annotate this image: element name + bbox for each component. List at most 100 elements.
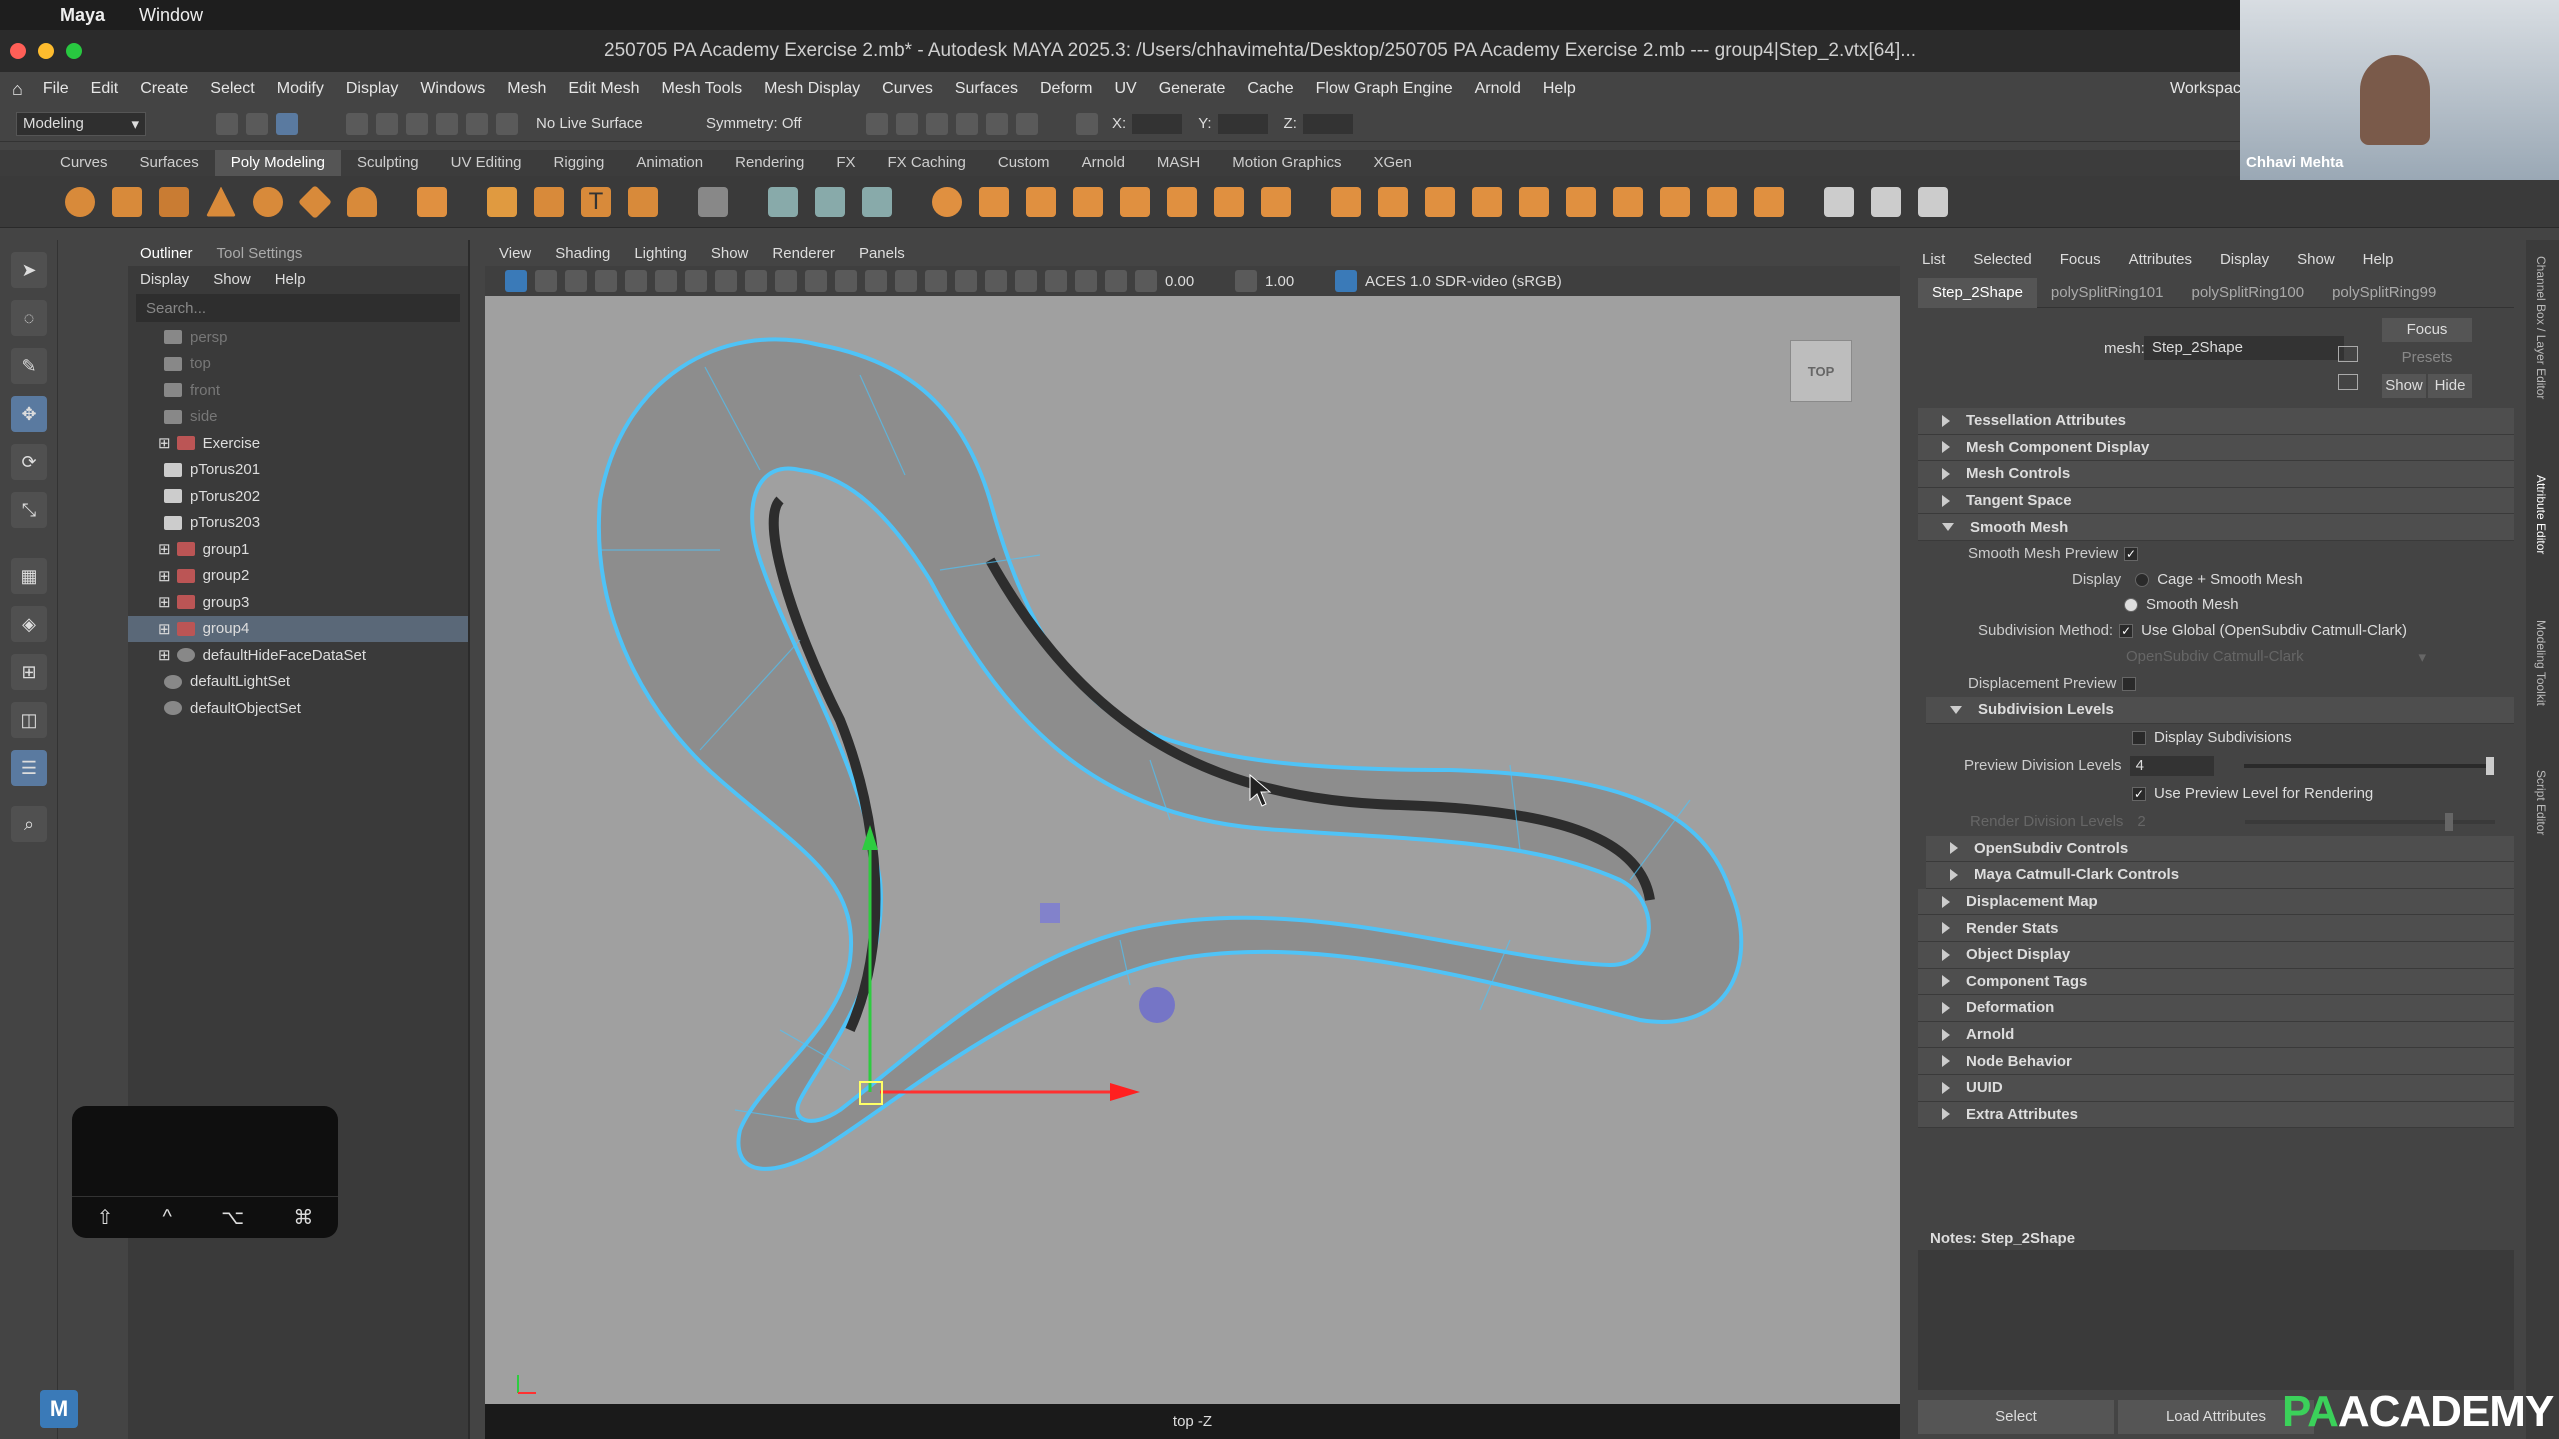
section-node-behavior[interactable]: Node Behavior xyxy=(1918,1048,2514,1075)
section-tangent-space[interactable]: Tangent Space xyxy=(1918,487,2514,515)
display-cage-radio[interactable] xyxy=(2135,572,2150,587)
render-frame-icon[interactable] xyxy=(866,112,888,135)
subdivision-method-dropdown[interactable]: OpenSubdiv Catmull-Clark ▾ xyxy=(2126,648,2426,668)
expand-icon[interactable]: ⊞ xyxy=(158,434,171,452)
render-division-field[interactable]: 2 xyxy=(2131,812,2215,832)
display-subdivisions-checkbox[interactable] xyxy=(2132,730,2146,745)
menu-modify[interactable]: Modify xyxy=(277,80,324,98)
snap-view-icon[interactable] xyxy=(436,112,458,135)
target-weld-icon[interactable] xyxy=(1519,186,1549,217)
section-tessellation-attributes[interactable]: Tessellation Attributes xyxy=(1918,408,2514,435)
render-division-slider[interactable] xyxy=(2245,812,2496,831)
minimize-window-button[interactable] xyxy=(38,43,54,59)
wireframe-on-shaded-icon[interactable] xyxy=(805,270,827,292)
lights-icon[interactable] xyxy=(865,270,887,292)
select-button[interactable]: Select xyxy=(1918,1400,2114,1434)
outliner-item-exercise[interactable]: ⊞ Exercise xyxy=(128,430,468,457)
menu-select[interactable]: Select xyxy=(210,80,254,98)
ae-tab-polysplitring101[interactable]: polySplitRing101 xyxy=(2037,284,2178,301)
shelf-tab-surfaces[interactable]: Surfaces xyxy=(124,150,215,176)
viewport-menu-panels[interactable]: Panels xyxy=(859,245,905,262)
output-node-icon[interactable] xyxy=(2338,374,2358,390)
outliner-item-defaultobjectset[interactable]: defaultObjectSet xyxy=(128,695,468,722)
magnet-icon[interactable] xyxy=(496,112,518,135)
preview-division-field[interactable]: 4 xyxy=(2129,755,2214,776)
ae-tab-polysplitring100[interactable]: polySplitRing100 xyxy=(2178,284,2319,301)
gamma-icon[interactable] xyxy=(1235,270,1257,292)
image-plane-icon[interactable] xyxy=(595,270,617,292)
circularize-icon[interactable] xyxy=(1754,186,1784,217)
section-arnold[interactable]: Arnold xyxy=(1918,1021,2514,1049)
svg-icon[interactable] xyxy=(628,186,658,217)
notes-textarea[interactable] xyxy=(1918,1250,2514,1390)
section-maya-catmull-clark-controls[interactable]: Maya Catmull-Clark Controls xyxy=(1926,862,2514,889)
smooth-shade-icon[interactable] xyxy=(775,270,797,292)
uv-layout-icon[interactable] xyxy=(862,186,892,217)
super-shape-icon[interactable] xyxy=(487,186,517,217)
poly-plane-icon[interactable] xyxy=(298,184,332,219)
menu-flow-graph-engine[interactable]: Flow Graph Engine xyxy=(1316,80,1453,98)
snap-surface-icon[interactable] xyxy=(466,112,488,135)
move-tool-icon[interactable]: ✥ xyxy=(11,396,47,432)
menu-mesh-display[interactable]: Mesh Display xyxy=(764,80,860,98)
viewport-menu-lighting[interactable]: Lighting xyxy=(634,245,687,262)
soft-select-handle[interactable] xyxy=(1139,987,1175,1023)
shelf-tab-sculpting[interactable]: Sculpting xyxy=(341,150,435,176)
outliner-item-ptorus201[interactable]: pTorus201 xyxy=(128,457,468,484)
textured-icon[interactable] xyxy=(835,270,857,292)
side-tab-modeling-toolkit[interactable]: Modeling Toolkit xyxy=(2534,620,2548,706)
xray-joints-icon[interactable] xyxy=(1075,270,1097,292)
y-input[interactable] xyxy=(1217,113,1268,134)
bookmark-icon[interactable] xyxy=(565,270,587,292)
pivot-handle[interactable] xyxy=(1040,903,1060,923)
select-component-icon[interactable] xyxy=(276,112,298,135)
show-button[interactable]: Show xyxy=(2382,374,2426,398)
mesh-grid-icon[interactable] xyxy=(698,186,728,217)
tab-tool-settings[interactable]: Tool Settings xyxy=(205,245,315,262)
symmetry-dropdown[interactable]: Symmetry: Off xyxy=(706,115,846,132)
sculpt-icon[interactable] xyxy=(1871,186,1901,217)
scene-canvas[interactable] xyxy=(485,296,1900,1404)
ae-tab-polysplitring99[interactable]: polySplitRing99 xyxy=(2318,284,2450,301)
xray-icon[interactable] xyxy=(1045,270,1067,292)
ipr-render-icon[interactable] xyxy=(926,112,948,135)
transform-mode-icon[interactable] xyxy=(1076,112,1098,135)
ae-menu-focus[interactable]: Focus xyxy=(2060,251,2101,268)
shelf-tab-rendering[interactable]: Rendering xyxy=(719,150,820,176)
z-input[interactable] xyxy=(1302,113,1353,134)
snap-point-icon[interactable] xyxy=(406,112,428,135)
outliner-item-group2[interactable]: ⊞ group2 xyxy=(128,563,468,590)
pause-icon[interactable] xyxy=(1016,112,1038,135)
exposure-field[interactable]: 0.00 xyxy=(1165,273,1225,290)
expand-icon[interactable]: ⊞ xyxy=(158,593,171,611)
insert-edge-loop-icon[interactable] xyxy=(1566,186,1596,217)
poly-torus-icon[interactable] xyxy=(253,186,283,217)
workspace-selector[interactable]: Workspac xyxy=(2170,80,2241,98)
color-management-icon[interactable] xyxy=(1335,270,1357,292)
preview-division-slider[interactable] xyxy=(2243,756,2494,775)
colorspace-field[interactable]: ACES 1.0 SDR-video (sRGB) xyxy=(1365,273,1562,290)
outliner-menu-show[interactable]: Show xyxy=(201,271,263,288)
poly-disc-icon[interactable] xyxy=(347,186,377,217)
viewport-menu-shading[interactable]: Shading xyxy=(555,245,610,262)
shelf-tab-curves[interactable]: Curves xyxy=(44,150,124,176)
bridge-icon[interactable] xyxy=(1214,186,1244,217)
ae-tab-step2shape[interactable]: Step_2Shape xyxy=(1918,277,2037,308)
ae-menu-display[interactable]: Display xyxy=(2220,251,2269,268)
outliner-item-group3[interactable]: ⊞ group3 xyxy=(128,589,468,616)
append-polygon-icon[interactable] xyxy=(1425,186,1455,217)
select-tool-icon[interactable]: ➤ xyxy=(11,252,47,288)
wireframe-icon[interactable] xyxy=(745,270,767,292)
menu-arnold[interactable]: Arnold xyxy=(1475,80,1521,98)
bevel-icon[interactable] xyxy=(1378,186,1408,217)
viewport-menu-view[interactable]: View xyxy=(499,245,531,262)
menu-file[interactable]: File xyxy=(43,80,69,98)
shelf-tab-uv-editing[interactable]: UV Editing xyxy=(435,150,538,176)
section-mesh-component-display[interactable]: Mesh Component Display xyxy=(1918,434,2514,462)
outliner-item-defaultlightset[interactable]: defaultLightSet xyxy=(128,669,468,696)
ambient-occlusion-icon[interactable] xyxy=(925,270,947,292)
section-deformation[interactable]: Deformation xyxy=(1918,995,2514,1022)
isolate-select-icon[interactable] xyxy=(1015,270,1037,292)
outliner-item-front[interactable]: front xyxy=(128,377,468,404)
lasso-tool-icon[interactable]: ◌ xyxy=(11,300,47,336)
